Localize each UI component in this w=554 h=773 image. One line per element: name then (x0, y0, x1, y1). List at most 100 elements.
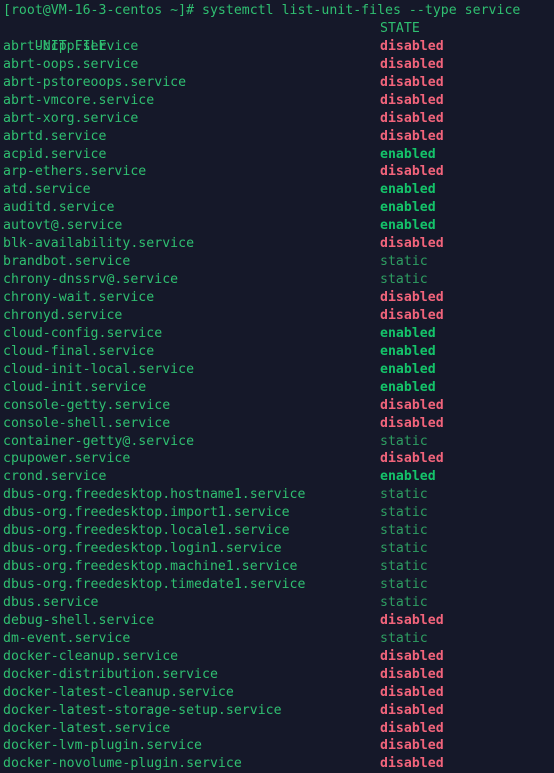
table-row: dbus-org.freedesktop.import1.service stat… (0, 504, 554, 522)
unit-file-name: docker-novolume-plugin.service (3, 756, 242, 772)
unit-file-name: crond.service (3, 469, 107, 485)
unit-file-state: disabled (380, 451, 444, 467)
unit-file-state: enabled (380, 218, 436, 234)
table-row: dbus-org.freedesktop.timedate1.service st… (0, 576, 554, 594)
unit-file-name: arp-ethers.service (3, 164, 147, 180)
unit-file-list: abrt-ccpp.service disabled abrt-oops.servi… (0, 38, 554, 773)
unit-file-state: disabled (380, 612, 444, 628)
table-row: console-getty.service disabled (0, 397, 554, 415)
table-row: chrony-wait.service disabled (0, 289, 554, 307)
unit-file-state: disabled (380, 290, 444, 305)
unit-file-state: disabled (380, 684, 444, 700)
table-row: abrtd.service disabled (0, 128, 554, 146)
unit-file-state: disabled (380, 307, 444, 323)
table-row: docker-cleanup.service disabled (0, 648, 554, 666)
unit-file-name: auditd.service (3, 200, 115, 216)
unit-file-state: disabled (380, 128, 444, 144)
table-row: console-shell.service disabled (0, 415, 554, 433)
unit-file-name: dbus-org.freedesktop.import1.service (3, 505, 290, 521)
table-row: abrt-xorg.service disabled (0, 110, 554, 128)
table-row: auditd.service enabled (0, 199, 554, 217)
unit-file-state: disabled (380, 397, 444, 413)
table-row: cpupower.service disabled (0, 450, 554, 468)
unit-file-state: disabled (380, 110, 444, 126)
unit-file-state: disabled (380, 236, 444, 252)
table-row: crond.service enabled (0, 468, 554, 486)
table-header-row: UNIT FILE STATE (0, 20, 554, 54)
terminal-window[interactable]: [root@VM-16-3-centos ~]# systemctl list-… (0, 0, 554, 773)
unit-file-name: abrt-oops.service (3, 56, 139, 72)
unit-file-name: blk-availability.service (3, 236, 195, 252)
unit-file-state: static (380, 487, 428, 503)
unit-file-state: disabled (380, 738, 444, 754)
unit-file-state: enabled (380, 200, 436, 216)
unit-file-state: static (380, 433, 428, 449)
table-row: container-getty@.service static (0, 433, 554, 451)
unit-file-state: disabled (380, 74, 444, 90)
unit-file-state: disabled (380, 702, 444, 718)
unit-file-name: brandbot.service (3, 254, 131, 270)
unit-file-name: dm-event.service (3, 630, 131, 646)
unit-file-state: static (380, 630, 428, 646)
unit-file-name: docker-lvm-plugin.service (3, 738, 202, 754)
unit-file-name: acpid.service (3, 146, 107, 162)
table-row: chrony-dnssrv@.service static (0, 271, 554, 289)
unit-file-name: dbus-org.freedesktop.timedate1.service (3, 577, 306, 592)
unit-file-name: docker-distribution.service (3, 666, 218, 682)
column-header-state: STATE (380, 20, 420, 36)
unit-file-name: chrony-dnssrv@.service (3, 272, 179, 288)
unit-file-name: console-shell.service (3, 415, 171, 431)
table-row: docker-novolume-plugin.service disabled (0, 755, 554, 773)
unit-file-state: static (380, 559, 428, 575)
unit-file-name: console-getty.service (3, 397, 171, 413)
unit-file-state: static (380, 541, 428, 557)
unit-file-name: docker-latest.service (3, 720, 171, 736)
unit-file-name: dbus-org.freedesktop.hostname1.service (3, 487, 306, 503)
table-row: arp-ethers.service disabled (0, 163, 554, 181)
table-row: docker-lvm-plugin.service disabled (0, 737, 554, 755)
unit-file-name: debug-shell.service (3, 612, 155, 628)
unit-file-name: chrony-wait.service (3, 290, 155, 305)
unit-file-state: disabled (380, 56, 444, 72)
table-row: cloud-final.service enabled (0, 343, 554, 361)
unit-file-name: dbus-org.freedesktop.machine1.service (3, 559, 298, 575)
unit-file-name: docker-cleanup.service (3, 648, 179, 664)
unit-file-name: abrt-ccpp.service (3, 38, 139, 54)
unit-file-state: static (380, 577, 428, 592)
shell-prompt-line: [root@VM-16-3-centos ~]# systemctl list-… (3, 3, 521, 18)
unit-file-state: enabled (380, 361, 436, 377)
table-row: blk-availability.service disabled (0, 235, 554, 253)
unit-file-name: abrt-vmcore.service (3, 92, 155, 108)
unit-file-name: cpupower.service (3, 451, 131, 467)
unit-file-name: abrtd.service (3, 128, 107, 144)
unit-file-name: cloud-final.service (3, 343, 155, 359)
table-row: docker-distribution.service disabled (0, 666, 554, 684)
unit-file-name: abrt-pstoreoops.service (3, 74, 187, 90)
table-row: dbus-org.freedesktop.machine1.service sta… (0, 558, 554, 576)
table-row: abrt-oops.service disabled (0, 56, 554, 74)
table-row: chronyd.service disabled (0, 307, 554, 325)
table-row: abrt-pstoreoops.service disabled (0, 74, 554, 92)
table-row: dm-event.service static (0, 630, 554, 648)
table-row: dbus.service static (0, 594, 554, 612)
unit-file-state: disabled (380, 92, 444, 108)
table-row: brandbot.service static (0, 253, 554, 271)
unit-file-state: disabled (380, 415, 444, 431)
unit-file-state: enabled (380, 343, 436, 359)
table-row: cloud-init.service enabled (0, 379, 554, 397)
unit-file-name: cloud-init.service (3, 379, 147, 395)
unit-file-state: static (380, 254, 428, 270)
unit-file-state: disabled (380, 666, 444, 682)
unit-file-state: disabled (380, 756, 444, 772)
unit-file-state: static (380, 272, 428, 288)
unit-file-name: atd.service (3, 182, 91, 198)
unit-file-name: dbus-org.freedesktop.login1.service (3, 541, 282, 557)
unit-file-name: abrt-xorg.service (3, 110, 139, 126)
unit-file-name: docker-latest-storage-setup.service (3, 702, 282, 718)
unit-file-state: static (380, 523, 428, 539)
table-row: acpid.service enabled (0, 146, 554, 164)
unit-file-state: disabled (380, 38, 444, 54)
table-row: docker-latest-storage-setup.service disab… (0, 702, 554, 720)
unit-file-state: enabled (380, 325, 436, 341)
unit-file-state: static (380, 594, 428, 610)
